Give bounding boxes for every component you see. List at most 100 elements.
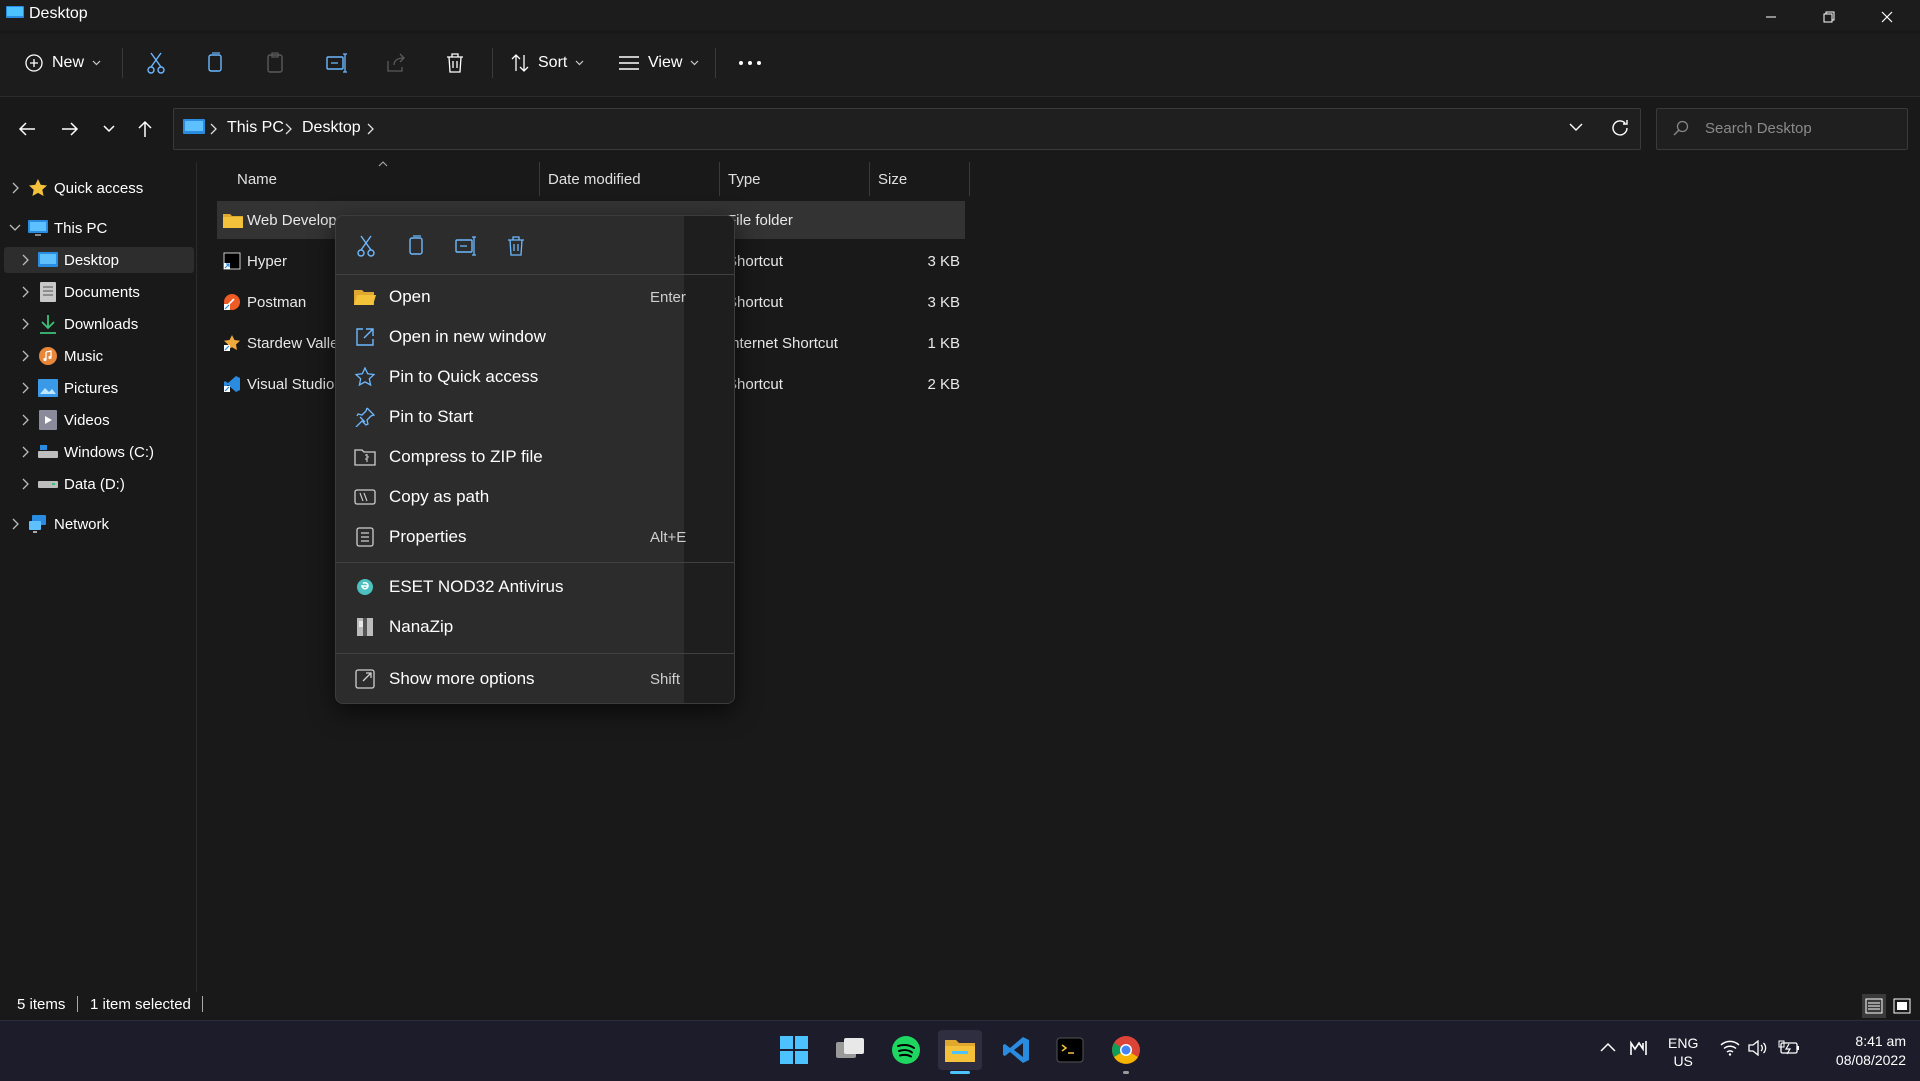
sidebar-item-documents[interactable]: Documents	[16, 277, 140, 307]
active-app-indicator	[950, 1071, 970, 1074]
file-size: 2 KB	[927, 375, 960, 393]
sidebar-item-label: Network	[54, 515, 110, 533]
start-button[interactable]	[772, 1030, 816, 1070]
wifi-icon[interactable]	[1720, 1040, 1740, 1056]
chevron-right-icon[interactable]	[16, 350, 34, 362]
column-header-type[interactable]: Type	[720, 162, 870, 196]
chevron-down-icon[interactable]	[6, 224, 24, 232]
folder-icon	[223, 201, 243, 239]
menu-item-open[interactable]: Open Enter	[336, 277, 734, 317]
back-button[interactable]	[10, 112, 44, 146]
breadcrumb-this-pc[interactable]: This PC	[227, 119, 284, 137]
minimize-button[interactable]	[1742, 0, 1800, 34]
chevron-right-icon[interactable]	[16, 286, 34, 298]
clock[interactable]: 8:41 am 08/08/2022	[1810, 1032, 1906, 1070]
column-header-size[interactable]: Size	[870, 162, 970, 196]
sidebar-item-network[interactable]: Network	[6, 509, 109, 539]
share-button[interactable]	[386, 46, 406, 80]
clock-time: 8:41 am	[1855, 1033, 1906, 1049]
menu-item-pin-to-start[interactable]: Pin to Start	[336, 397, 734, 437]
copy-button[interactable]	[206, 46, 224, 80]
breadcrumb-chevron-icon[interactable]	[366, 123, 374, 135]
close-button[interactable]	[1858, 0, 1916, 34]
scissors-icon	[357, 235, 375, 257]
clock-date: 08/08/2022	[1835, 1052, 1906, 1068]
explorer-desktop-icon	[6, 6, 24, 20]
menu-item-properties[interactable]: Properties Alt+E	[336, 517, 734, 557]
details-view-button[interactable]	[1862, 994, 1886, 1018]
sidebar-item-downloads[interactable]: Downloads	[16, 309, 138, 339]
sidebar-item-music[interactable]: Music	[16, 341, 103, 371]
arrow-left-icon	[18, 122, 35, 136]
spotify-taskbar-button[interactable]	[884, 1030, 928, 1070]
rename-icon	[455, 236, 476, 256]
recent-locations-button[interactable]	[92, 112, 126, 146]
column-header-date-modified[interactable]: Date modified	[540, 162, 720, 196]
search-input[interactable]: Search Desktop	[1705, 120, 1812, 137]
input-language-button[interactable]: ENG US	[1668, 1034, 1698, 1070]
context-delete-button[interactable]	[496, 228, 536, 264]
chrome-taskbar-button[interactable]	[1104, 1030, 1148, 1070]
file-name: Postman	[247, 293, 307, 311]
context-cut-button[interactable]	[346, 228, 386, 264]
chevron-right-icon[interactable]	[16, 382, 34, 394]
file-type: Shortcut	[727, 293, 783, 311]
sidebar-item-pictures[interactable]: Pictures	[16, 373, 118, 403]
refresh-button[interactable]	[1610, 118, 1630, 138]
sidebar-item-this-pc[interactable]: This PC	[6, 213, 107, 243]
battery-icon[interactable]	[1778, 1040, 1800, 1056]
drive-icon	[38, 474, 58, 494]
context-copy-button[interactable]	[396, 228, 436, 264]
paste-button[interactable]	[266, 46, 284, 80]
menu-item-show-more-options[interactable]: Show more options Shift	[336, 659, 734, 699]
terminal-taskbar-button[interactable]	[1048, 1030, 1092, 1070]
up-button[interactable]	[128, 112, 162, 146]
paste-icon	[267, 52, 283, 73]
menu-item-open-in-new-window[interactable]: Open in new window	[336, 317, 734, 357]
sort-button[interactable]: Sort	[510, 46, 584, 80]
menu-item-compress-to-zip[interactable]: Compress to ZIP file	[336, 437, 734, 477]
chevron-right-icon[interactable]	[16, 414, 34, 426]
rename-button[interactable]	[326, 46, 348, 80]
cut-button[interactable]	[146, 46, 166, 80]
videos-icon	[38, 410, 58, 430]
pin-icon	[354, 406, 376, 428]
chevron-right-icon[interactable]	[6, 518, 24, 530]
chevron-right-icon[interactable]	[16, 254, 34, 266]
file-explorer-taskbar-button[interactable]	[938, 1030, 982, 1070]
volume-icon[interactable]	[1748, 1040, 1768, 1056]
show-hidden-icons-button[interactable]	[1600, 1042, 1616, 1052]
chevron-right-icon[interactable]	[16, 446, 34, 458]
scissors-icon	[147, 52, 165, 74]
sidebar-item-desktop[interactable]: Desktop	[16, 245, 119, 275]
chevron-right-icon[interactable]	[6, 182, 24, 194]
sidebar-item-videos[interactable]: Videos	[16, 405, 110, 435]
breadcrumb-desktop[interactable]: Desktop	[302, 119, 361, 137]
sidebar-item-quick-access[interactable]: Quick access	[6, 173, 143, 203]
large-icons-view-button[interactable]	[1890, 994, 1914, 1018]
context-menu: Open Enter Open in new window Pin to Qui…	[335, 215, 735, 704]
sidebar-item-data-d[interactable]: Data (D:)	[16, 469, 125, 499]
menu-item-nanazip[interactable]: NanaZip	[336, 607, 734, 647]
column-header-label: Size	[878, 170, 908, 188]
chevron-right-icon[interactable]	[16, 478, 34, 490]
delete-button[interactable]	[446, 46, 464, 80]
tray-app-icon[interactable]	[1630, 1040, 1648, 1056]
address-history-chevron-icon[interactable]	[1569, 122, 1583, 132]
new-button[interactable]: New	[24, 46, 101, 80]
vscode-taskbar-button[interactable]	[994, 1030, 1038, 1070]
task-view-button[interactable]	[828, 1030, 872, 1070]
forward-button[interactable]	[53, 112, 87, 146]
context-rename-button[interactable]	[446, 228, 486, 264]
column-header-name[interactable]: Name	[229, 162, 540, 196]
chevron-right-icon[interactable]	[16, 318, 34, 330]
menu-item-copy-as-path[interactable]: Copy as path	[336, 477, 734, 517]
address-bar[interactable]	[173, 108, 1641, 150]
menu-item-eset-antivirus[interactable]: ESET NOD32 Antivirus	[336, 567, 734, 607]
more-options-button[interactable]	[738, 46, 762, 80]
region-label: US	[1673, 1053, 1693, 1069]
restore-button[interactable]	[1800, 0, 1858, 34]
sidebar-item-windows-c[interactable]: Windows (C:)	[16, 437, 154, 467]
menu-item-pin-to-quick-access[interactable]: Pin to Quick access	[336, 357, 734, 397]
view-button[interactable]: View	[618, 46, 699, 80]
